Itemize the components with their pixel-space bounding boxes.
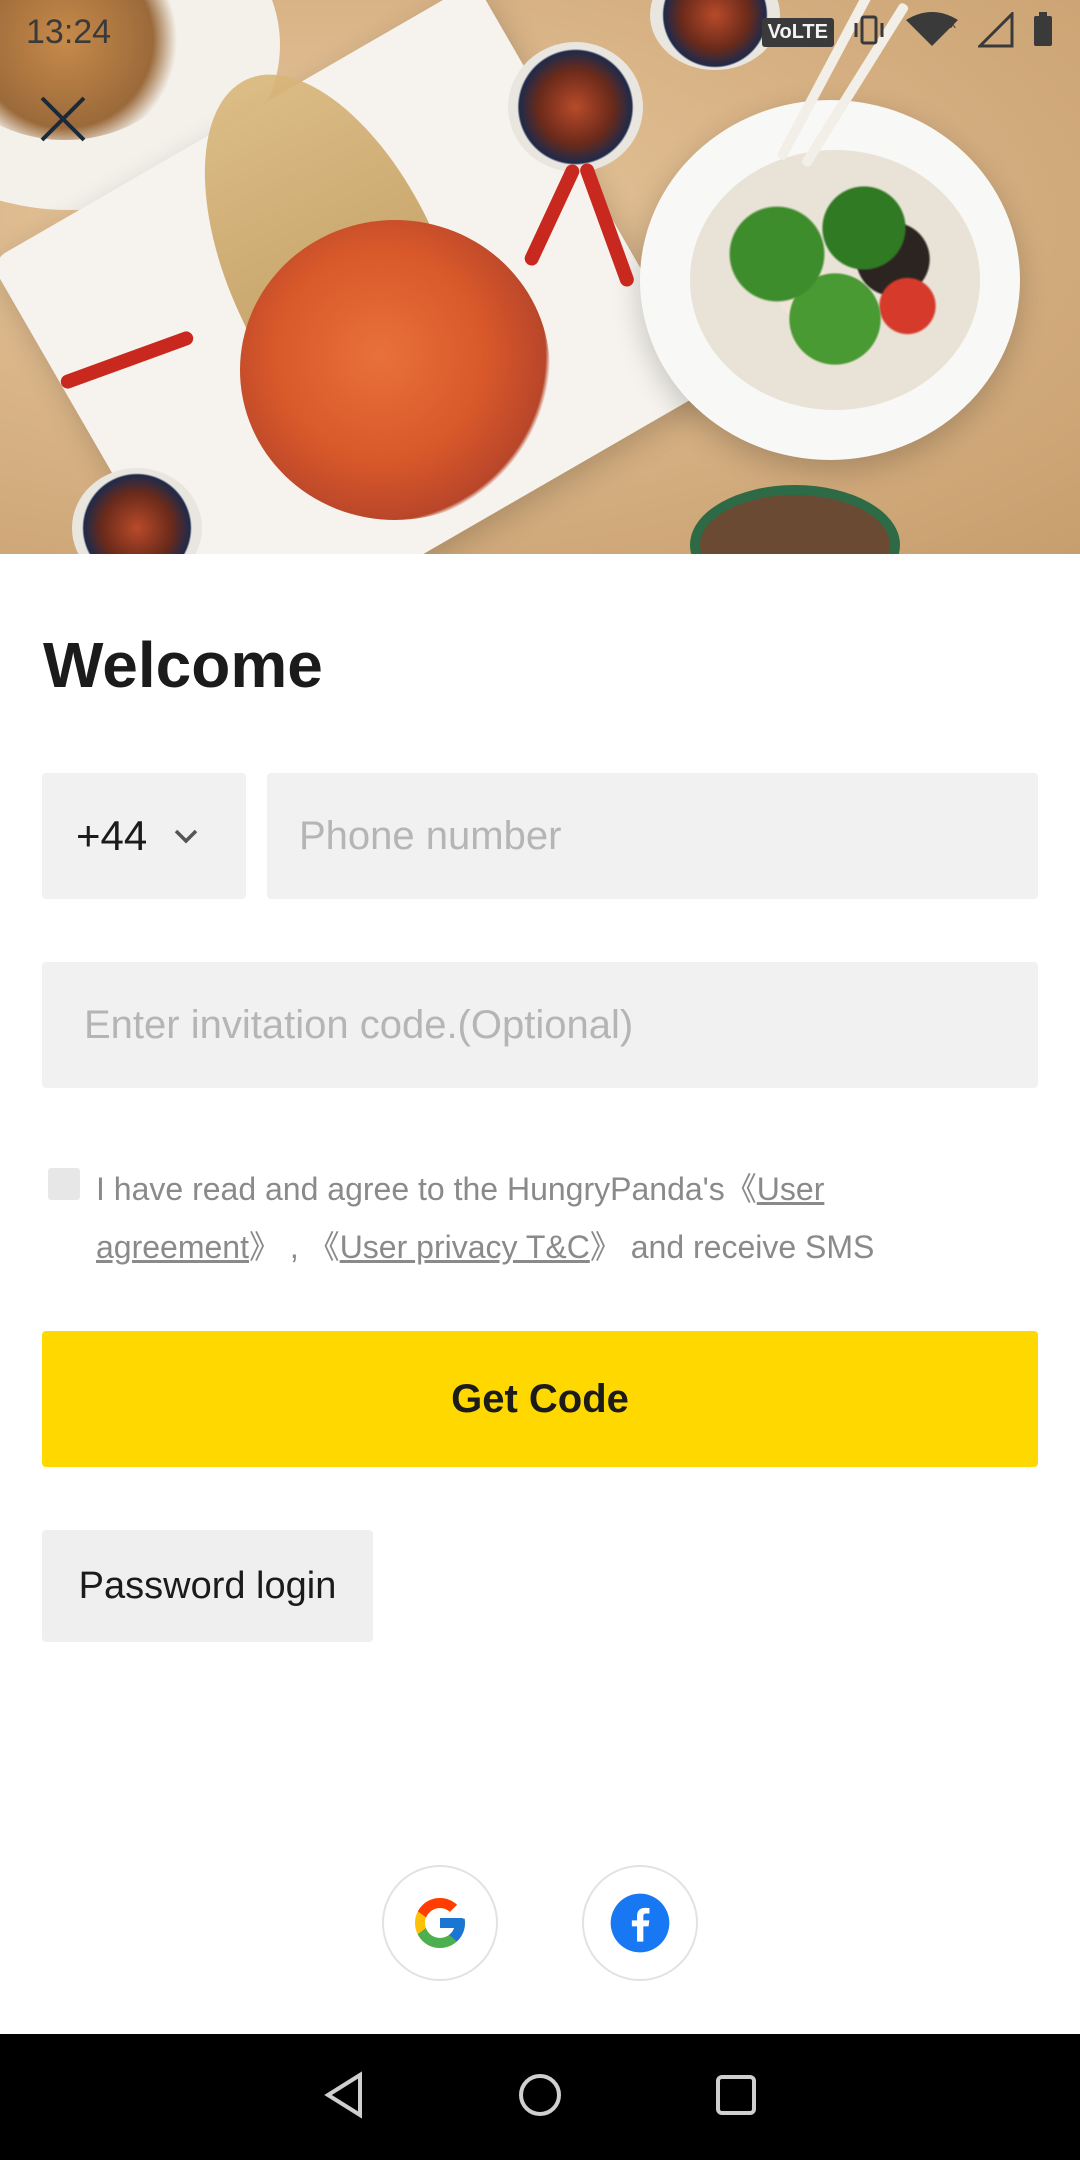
bracket-close: 》: [248, 1229, 281, 1265]
get-code-button[interactable]: Get Code: [42, 1331, 1038, 1467]
signal-icon: [976, 9, 1014, 53]
agreement-suffix: and receive SMS: [621, 1229, 875, 1265]
google-login-button[interactable]: [382, 1865, 498, 1981]
agreement-checkbox[interactable]: [48, 1168, 80, 1200]
google-icon: [415, 1898, 465, 1948]
country-code-value: +44: [76, 812, 148, 859]
bracket-open: 《: [724, 1171, 757, 1207]
facebook-login-button[interactable]: [582, 1865, 698, 1981]
country-code-select[interactable]: +44: [42, 773, 246, 899]
system-nav-bar: [0, 2034, 1080, 2160]
food-banner-image: [0, 0, 1080, 554]
agreement-text: I have read and agree to the HungryPanda…: [96, 1160, 976, 1276]
close-icon: [40, 96, 86, 142]
recents-icon[interactable]: [714, 2073, 758, 2122]
wifi-icon: x: [904, 11, 960, 53]
invitation-code-input[interactable]: [84, 1002, 1038, 1048]
status-time: 13:24: [26, 12, 112, 51]
facebook-icon: [610, 1893, 670, 1953]
bracket-close: 》: [589, 1229, 622, 1265]
close-button[interactable]: [36, 92, 90, 146]
phone-number-input[interactable]: [299, 813, 1038, 859]
agreement-prefix: I have read and agree to the HungryPanda…: [96, 1171, 725, 1207]
password-login-button[interactable]: Password login: [42, 1530, 373, 1642]
phone-number-field[interactable]: [267, 773, 1038, 899]
chevron-down-icon: [173, 827, 199, 845]
status-bar: 13:24 VoLTE x: [0, 0, 1080, 64]
bracket-open: 《: [307, 1229, 340, 1265]
back-icon[interactable]: [322, 2070, 366, 2124]
battery-icon: [1032, 11, 1054, 53]
vibrate-icon: [852, 13, 886, 52]
agreement-separator: ,: [281, 1229, 308, 1265]
svg-text:x: x: [950, 17, 956, 31]
page-title: Welcome: [43, 629, 323, 701]
status-icons: VoLTE x: [761, 9, 1054, 53]
invitation-code-field[interactable]: [42, 962, 1038, 1088]
home-icon[interactable]: [516, 2071, 564, 2124]
volte-badge: VoLTE: [761, 17, 834, 47]
agreement-row: I have read and agree to the HungryPanda…: [48, 1160, 1048, 1276]
privacy-tc-link[interactable]: User privacy T&C: [340, 1229, 590, 1265]
